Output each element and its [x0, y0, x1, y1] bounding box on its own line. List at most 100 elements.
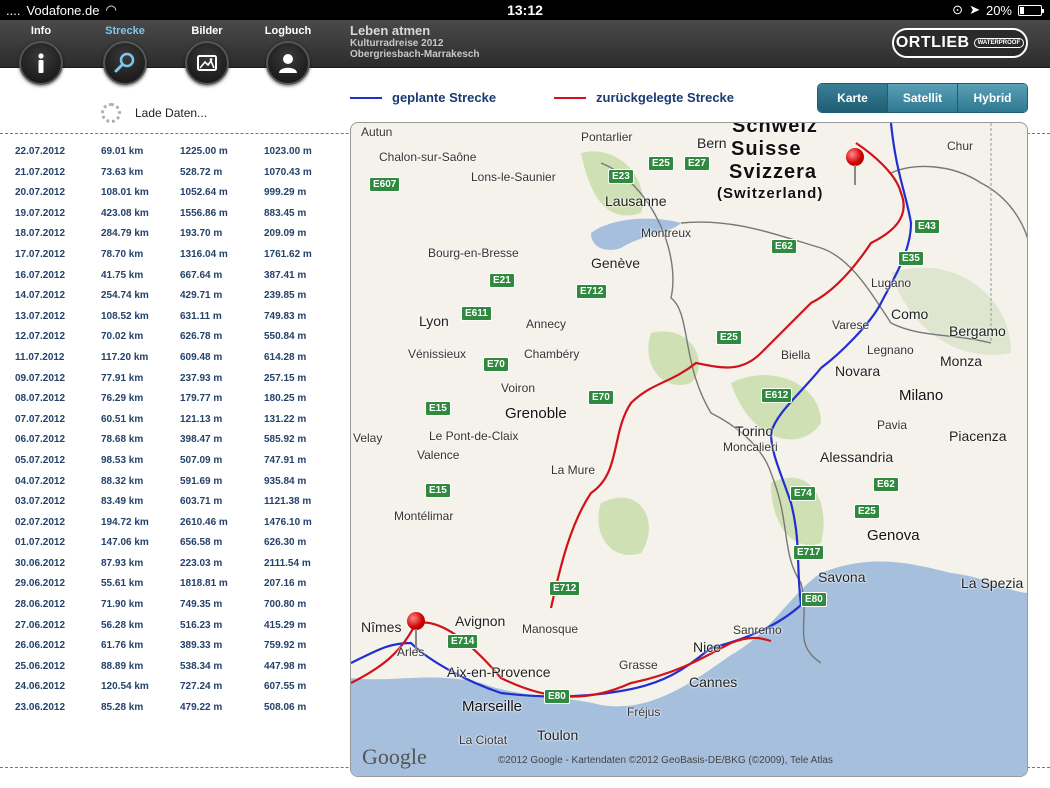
map-label: Montélimar: [394, 509, 454, 523]
log-row[interactable]: 12.07.2012 70.02 km 626.78 m 550.84 m: [0, 327, 340, 348]
map-label: Alessandria: [820, 449, 894, 465]
log-descent: 508.06 m: [264, 702, 307, 714]
map-label: Torino: [735, 423, 774, 439]
log-descent: 180.25 m: [264, 393, 307, 405]
map-label: Nîmes: [361, 619, 402, 635]
legend-planned-label: geplante Strecke: [392, 90, 497, 105]
road-shield: E714: [447, 634, 479, 649]
map-label: Grenoble: [505, 405, 567, 422]
log-date: 25.06.2012: [15, 660, 66, 672]
log-distance: 73.63 km: [101, 166, 144, 178]
map-label: Chambéry: [524, 347, 580, 361]
log-distance: 41.75 km: [101, 269, 144, 281]
log-row[interactable]: 19.07.2012 423.08 km 1556.86 m 883.45 m: [0, 204, 340, 225]
map-label: Valence: [417, 448, 460, 462]
log-row[interactable]: 04.07.2012 88.32 km 591.69 m 935.84 m: [0, 472, 340, 493]
map-label: Biella: [781, 348, 811, 362]
map-pin-icon[interactable]: [407, 612, 425, 649]
log-date: 29.06.2012: [15, 578, 66, 590]
log-row[interactable]: 30.06.2012 87.93 km 223.03 m 2111.54 m: [0, 554, 340, 575]
spinner-icon: [101, 103, 121, 123]
log-row[interactable]: 20.07.2012 108.01 km 1052.64 m 999.29 m: [0, 183, 340, 204]
log-row[interactable]: 08.07.2012 76.29 km 179.77 m 180.25 m: [0, 389, 340, 410]
log-row[interactable]: 11.07.2012 117.20 km 609.48 m 614.28 m: [0, 348, 340, 369]
log-distance: 61.76 km: [101, 640, 144, 652]
log-row[interactable]: 01.07.2012 147.06 km 656.58 m 626.30 m: [0, 533, 340, 554]
log-distance: 87.93 km: [101, 557, 144, 569]
log-row[interactable]: 09.07.2012 77.91 km 237.93 m 257.15 m: [0, 369, 340, 390]
tab-strecke[interactable]: Strecke: [90, 20, 160, 100]
trip-title: Leben atmen: [350, 23, 431, 38]
loading-text: Lade Daten...: [135, 106, 208, 120]
clock: 13:12: [507, 2, 543, 18]
log-row[interactable]: 16.07.2012 41.75 km 667.64 m 387.41 m: [0, 266, 340, 287]
road-shield: E15: [425, 401, 451, 416]
log-row[interactable]: 06.07.2012 78.68 km 398.47 m 585.92 m: [0, 430, 340, 451]
log-date: 13.07.2012: [15, 310, 66, 322]
map-label: Piacenza: [949, 428, 1007, 444]
log-ascent: 223.03 m: [180, 557, 223, 569]
log-row[interactable]: 25.06.2012 88.89 km 538.34 m 447.98 m: [0, 657, 340, 678]
log-ascent: 389.33 m: [180, 640, 223, 652]
log-row[interactable]: 07.07.2012 60.51 km 121.13 m 131.22 m: [0, 410, 340, 431]
map-label: Annecy: [526, 317, 567, 331]
log-ascent: 667.64 m: [180, 269, 223, 281]
log-row[interactable]: 24.06.2012 120.54 km 727.24 m 607.55 m: [0, 677, 340, 698]
log-row[interactable]: 02.07.2012 194.72 km 2610.46 m 1476.10 m: [0, 513, 340, 534]
log-descent: 749.83 m: [264, 310, 307, 322]
log-descent: 387.41 m: [264, 269, 307, 281]
road-shield: E611: [461, 306, 492, 321]
log-row[interactable]: 21.07.2012 73.63 km 528.72 m 1070.43 m: [0, 163, 340, 184]
log-row[interactable]: 27.06.2012 56.28 km 516.23 m 415.29 m: [0, 616, 340, 637]
log-row[interactable]: 23.06.2012 85.28 km 479.22 m 508.06 m: [0, 698, 340, 719]
log-row[interactable]: 22.07.2012 69.01 km 1225.00 m 1023.00 m: [0, 142, 340, 163]
log-row[interactable]: 26.06.2012 61.76 km 389.33 m 759.92 m: [0, 636, 340, 657]
log-descent: 626.30 m: [264, 537, 307, 549]
route-map[interactable]: Autun Bern Chur Chalon-sur-Saône Pontarl…: [350, 122, 1028, 777]
log-row[interactable]: 14.07.2012 254.74 km 429.71 m 239.85 m: [0, 286, 340, 307]
map-type-hybrid-button[interactable]: Hybrid: [957, 84, 1027, 112]
tab-logbuch[interactable]: Logbuch: [253, 20, 323, 100]
log-descent: 257.15 m: [264, 372, 307, 384]
map-label: Cannes: [689, 674, 738, 690]
log-row[interactable]: 17.07.2012 78.70 km 1316.04 m 1761.62 m: [0, 245, 340, 266]
map-country-label: Suisse: [731, 138, 802, 160]
map-label: Lugano: [871, 276, 912, 290]
log-ascent: 429.71 m: [180, 290, 223, 302]
log-row[interactable]: 03.07.2012 83.49 km 603.71 m 1121.38 m: [0, 492, 340, 513]
trip-info: Leben atmen Kulturradreise 2012 Obergrie…: [350, 23, 480, 60]
log-descent: 585.92 m: [264, 434, 307, 446]
log-descent: 1476.10 m: [264, 516, 312, 528]
tab-bilder[interactable]: Bilder: [172, 20, 242, 100]
tab-info[interactable]: Info: [6, 20, 76, 100]
log-date: 18.07.2012: [15, 228, 66, 240]
log-row[interactable]: 28.06.2012 71.90 km 749.35 m 700.80 m: [0, 595, 340, 616]
log-ascent: 398.47 m: [180, 434, 223, 446]
log-date: 26.06.2012: [15, 640, 66, 652]
road-shield: E43: [914, 219, 940, 234]
map-label: Velay: [353, 431, 383, 445]
map-label: Monza: [940, 353, 983, 369]
map-type-karte-button[interactable]: Karte: [818, 84, 887, 112]
log-distance: 60.51 km: [101, 413, 144, 425]
log-date: 24.06.2012: [15, 681, 66, 693]
log-row[interactable]: 29.06.2012 55.61 km 1818.81 m 207.16 m: [0, 574, 340, 595]
log-ascent: 2610.46 m: [180, 516, 228, 528]
road-shield: E62: [873, 477, 899, 492]
log-row[interactable]: 05.07.2012 98.53 km 507.09 m 747.91 m: [0, 451, 340, 472]
map-label: Toulon: [537, 727, 579, 743]
map-pin-icon[interactable]: [846, 148, 864, 185]
log-ascent: 727.24 m: [180, 681, 223, 693]
log-row[interactable]: 13.07.2012 108.52 km 631.11 m 749.83 m: [0, 307, 340, 328]
log-descent: 131.22 m: [264, 413, 307, 425]
log-date: 23.06.2012: [15, 702, 66, 714]
log-ascent: 1316.04 m: [180, 248, 228, 260]
log-date: 16.07.2012: [15, 269, 66, 281]
log-date: 12.07.2012: [15, 331, 66, 343]
log-row[interactable]: 18.07.2012 284.79 km 193.70 m 209.09 m: [0, 224, 340, 245]
map-type-satellit-button[interactable]: Satellit: [887, 84, 957, 112]
log-ascent: 479.22 m: [180, 702, 223, 714]
log-distance: 83.49 km: [101, 496, 144, 508]
map-label: La Spezia: [961, 575, 1024, 591]
map-label: Lausanne: [605, 193, 667, 209]
